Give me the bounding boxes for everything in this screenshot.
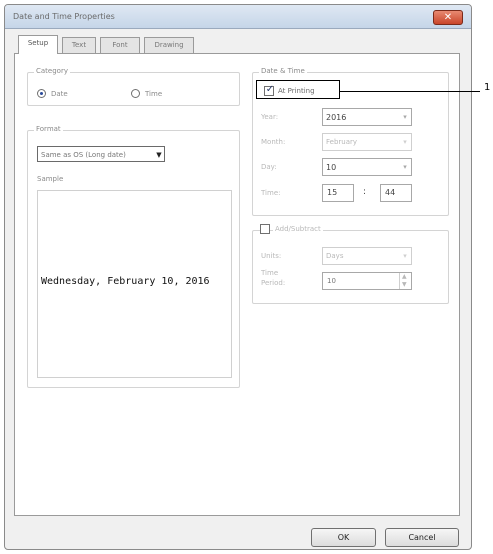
day-value: 10: [326, 163, 337, 172]
year-select[interactable]: 2016 ▾: [322, 108, 412, 126]
sample-label: Sample: [37, 175, 64, 183]
callout-number: 1: [484, 82, 491, 93]
date-radio-label[interactable]: Date: [51, 90, 68, 99]
tab-text[interactable]: Text: [62, 37, 96, 53]
day-select[interactable]: 10 ▾: [322, 158, 412, 176]
sample-text: Wednesday, February 10, 2016: [41, 276, 210, 287]
tab-drawing[interactable]: Drawing: [144, 37, 194, 53]
units-select[interactable]: Days ▾: [322, 247, 412, 265]
month-label: Month:: [261, 138, 286, 146]
date-time-legend: Date & Time: [259, 67, 307, 76]
day-label: Day:: [261, 163, 277, 171]
minute-field[interactable]: 44: [380, 184, 412, 202]
time-label: Time:: [261, 189, 281, 197]
callout-leader-line: [340, 91, 480, 92]
time-period-label-line2: Period:: [261, 279, 286, 287]
month-value: February: [326, 138, 358, 146]
window-title: Date and Time Properties: [13, 12, 115, 21]
year-value: 2016: [326, 113, 347, 122]
time-radio-label[interactable]: Time: [145, 90, 162, 99]
close-button[interactable]: ✕: [433, 10, 463, 25]
add-subtract-group: [252, 230, 449, 304]
chevron-down-icon: ▾: [403, 163, 407, 171]
close-icon: ✕: [443, 12, 453, 23]
chevron-down-icon: ▾: [403, 138, 407, 146]
units-value: Days: [326, 252, 344, 260]
time-period-label-line1: Time: [261, 269, 279, 277]
time-period-spinner[interactable]: ▲ ▼: [399, 273, 411, 289]
chevron-down-icon: ▾: [403, 252, 407, 260]
format-select[interactable]: Same as OS (Long date) ▼: [37, 146, 165, 162]
month-select[interactable]: February ▾: [322, 133, 412, 151]
tab-setup[interactable]: Setup: [18, 35, 58, 54]
year-label: Year:: [261, 113, 279, 121]
ok-button[interactable]: OK: [311, 528, 376, 547]
time-radio[interactable]: [131, 89, 140, 98]
add-subtract-checkbox[interactable]: [260, 224, 270, 234]
add-subtract-label[interactable]: Add/Subtract: [273, 225, 323, 234]
spin-up-icon: ▲: [402, 273, 407, 280]
chevron-down-icon: ▾: [403, 113, 407, 121]
chevron-down-icon: ▼: [156, 151, 162, 159]
date-radio[interactable]: [37, 89, 46, 98]
units-label: Units:: [261, 252, 282, 260]
format-legend: Format: [34, 125, 63, 134]
category-legend: Category: [34, 67, 70, 76]
spin-down-icon: ▼: [402, 281, 407, 288]
title-bar[interactable]: Date and Time Properties ✕: [5, 5, 471, 29]
hour-field[interactable]: 15: [322, 184, 354, 202]
time-separator: :: [363, 187, 367, 197]
cancel-button[interactable]: Cancel: [385, 528, 459, 547]
callout-highlight: [256, 80, 340, 99]
date-radio-dot: [40, 92, 43, 95]
format-select-value: Same as OS (Long date): [41, 151, 126, 159]
tab-font[interactable]: Font: [100, 37, 140, 53]
